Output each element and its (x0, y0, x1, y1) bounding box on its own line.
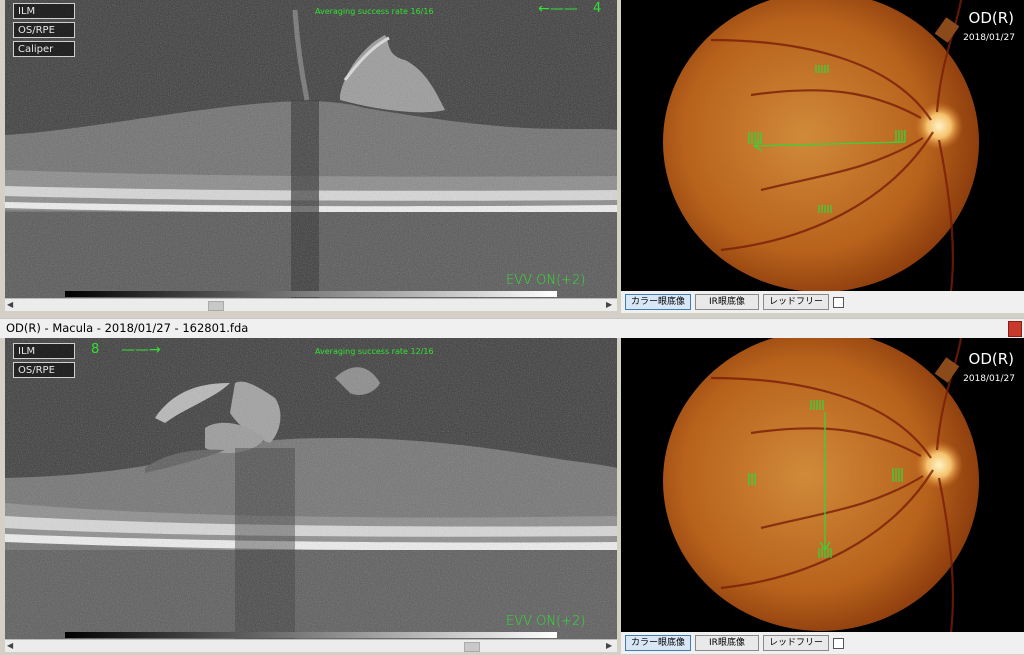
caliper-button[interactable]: Caliper (13, 41, 75, 57)
fundus-image-bottom[interactable]: OD(R) 2018/01/27 (621, 338, 1024, 632)
scroll-thumb[interactable] (208, 301, 224, 311)
scroll-thumb[interactable] (464, 642, 480, 652)
redfree-button[interactable]: レッドフリー (763, 635, 829, 651)
grayscale-bar (65, 632, 557, 638)
exam-date: 2018/01/27 (963, 374, 1015, 384)
scan-direction-arrow-icon: ——→ (121, 342, 161, 358)
bottom-panel: ILM OS/RPE 8 ——→ Averaging success rate … (0, 338, 1024, 655)
oct-scrollbar-bottom[interactable]: ◀ ▶ (5, 639, 617, 652)
close-icon[interactable] (1008, 321, 1022, 337)
overlay-checkbox[interactable] (833, 638, 844, 649)
window-title-bar: OD(R) - Macula - 2018/01/27 - 162801.fda (0, 318, 1024, 339)
scroll-right-icon[interactable]: ▶ (606, 300, 612, 309)
oct-bscan-top[interactable]: ILM OS/RPE Caliper Averaging success rat… (5, 0, 617, 298)
oct-bscan-bottom[interactable]: ILM OS/RPE 8 ——→ Averaging success rate … (5, 338, 617, 639)
scroll-left-icon[interactable]: ◀ (7, 641, 13, 650)
os-rpe-button[interactable]: OS/RPE (13, 362, 75, 378)
ir-fundus-button[interactable]: IR眼底像 (695, 294, 759, 310)
fundus-photo-top (663, 0, 979, 291)
overlay-checkbox[interactable] (833, 297, 844, 308)
color-fundus-button[interactable]: カラー眼底像 (625, 635, 691, 651)
fundus-mode-bar-bottom: カラー眼底像 IR眼底像 レッドフリー (621, 632, 1024, 654)
ilm-button[interactable]: ILM (13, 343, 75, 359)
os-rpe-button[interactable]: OS/RPE (13, 22, 75, 38)
arrow-count: 4 (593, 1, 602, 16)
eye-label: OD(R) (968, 9, 1014, 27)
oct-image-top (5, 0, 617, 298)
ir-fundus-button[interactable]: IR眼底像 (695, 635, 759, 651)
evv-label: EVV ON(+2) (506, 614, 586, 629)
oct-image-bottom (5, 338, 617, 639)
oct-scrollbar-top[interactable]: ◀ ▶ (5, 298, 617, 311)
scroll-right-icon[interactable]: ▶ (606, 641, 612, 650)
scroll-left-icon[interactable]: ◀ (7, 300, 13, 309)
top-panel: ILM OS/RPE Caliper Averaging success rat… (0, 0, 1024, 318)
window-title: OD(R) - Macula - 2018/01/27 - 162801.fda (6, 321, 249, 335)
evv-label: EVV ON(+2) (506, 273, 586, 288)
grayscale-bar (65, 291, 557, 297)
scan-direction-arrow-icon: ←—— (538, 1, 578, 17)
redfree-button[interactable]: レッドフリー (763, 294, 829, 310)
eye-label: OD(R) (968, 350, 1014, 368)
fundus-image-top[interactable]: OD(R) 2018/01/27 (621, 0, 1024, 291)
averaging-rate: Averaging success rate 12/16 (315, 347, 434, 356)
ilm-button[interactable]: ILM (13, 3, 75, 19)
fundus-mode-bar-top: カラー眼底像 IR眼底像 レッドフリー (621, 291, 1024, 313)
exam-date: 2018/01/27 (963, 33, 1015, 43)
arrow-count: 8 (91, 342, 100, 357)
averaging-rate: Averaging success rate 16/16 (315, 7, 434, 16)
color-fundus-button[interactable]: カラー眼底像 (625, 294, 691, 310)
